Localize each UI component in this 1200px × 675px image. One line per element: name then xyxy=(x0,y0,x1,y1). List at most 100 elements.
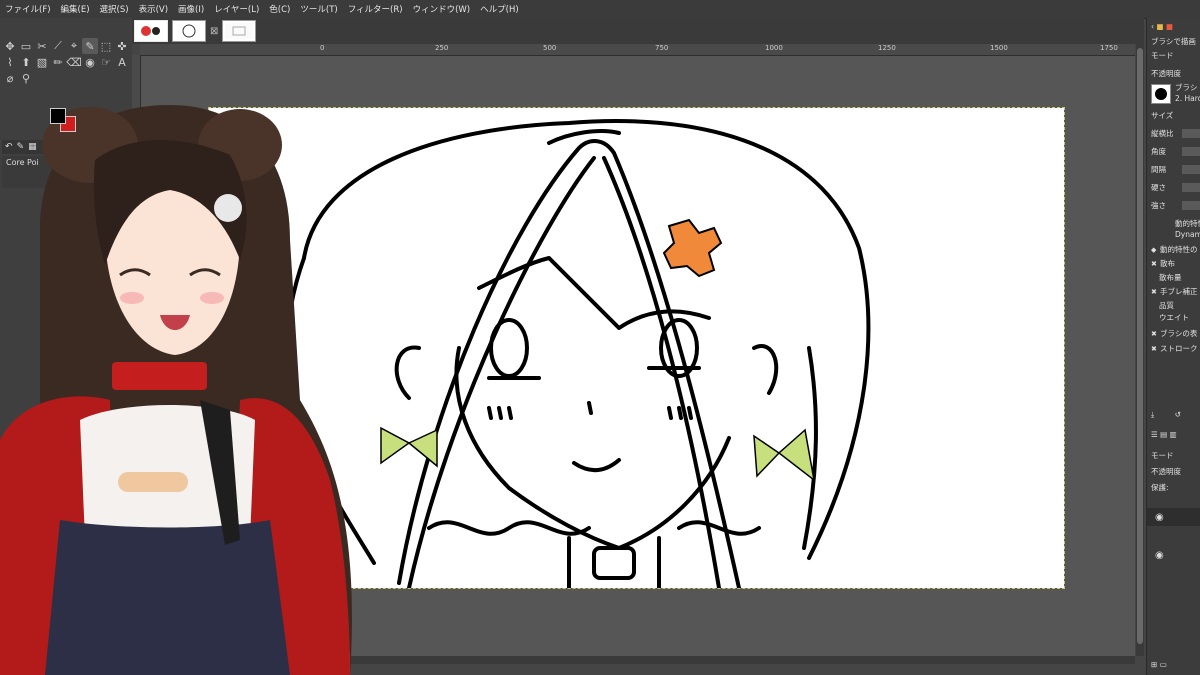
color-picker-tool-icon[interactable]: ⌀ xyxy=(2,70,18,86)
ruler-tick: 500 xyxy=(543,44,557,52)
quality-label: 品質 xyxy=(1159,301,1174,310)
menu-file[interactable]: ファイル(F) xyxy=(0,3,56,15)
opacity-label: 不透明度 xyxy=(1151,69,1181,78)
ruler-tick: 250 xyxy=(435,44,449,52)
horizontal-ruler[interactable]: 0 250 500 750 1000 1250 1500 1750 xyxy=(140,44,1135,56)
scatter-row[interactable]: ✖ 散布 xyxy=(1151,258,1200,269)
aspect-field[interactable] xyxy=(1182,129,1200,138)
align-tool-icon[interactable]: ⬆ xyxy=(18,54,34,70)
swatch-icon[interactable]: ■ xyxy=(1166,22,1173,31)
dock-tab-icons: ‹ ■ ■ xyxy=(1151,22,1200,31)
image-tab-1[interactable] xyxy=(134,20,168,42)
weight-label: ウエイト xyxy=(1159,313,1189,322)
clone-tool-icon[interactable]: ◉ xyxy=(82,54,98,70)
menu-help[interactable]: ヘルプ(H) xyxy=(475,3,524,15)
layer-buttons-row: ⊞ ▭ xyxy=(1151,660,1200,669)
stroke-label: ストローク xyxy=(1160,344,1198,353)
angle-field[interactable] xyxy=(1182,147,1200,156)
size-label: サイズ xyxy=(1151,111,1174,120)
menu-select[interactable]: 選択(S) xyxy=(95,3,134,15)
rect-select-tool-icon[interactable]: ▭ xyxy=(18,38,34,54)
checkbox-icon[interactable]: ✖ xyxy=(1151,289,1158,296)
image-tab-3[interactable] xyxy=(222,20,257,42)
scrollbar-thumb[interactable] xyxy=(1137,48,1143,644)
ruler-tick: 750 xyxy=(655,44,669,52)
checkbox-icon[interactable]: ✖ xyxy=(1151,346,1158,353)
layers-icon[interactable]: ☰ xyxy=(1151,430,1158,439)
green-ribbon-right-icon xyxy=(753,428,816,482)
spacing-field[interactable] xyxy=(1182,165,1200,174)
ruler-tick: 1500 xyxy=(990,44,1008,52)
transform-tool-icon[interactable]: ✜ xyxy=(114,38,130,54)
stroke-row[interactable]: ✖ ストローク xyxy=(1151,343,1200,354)
ruler-tick: 1000 xyxy=(765,44,783,52)
vtuber-avatar xyxy=(0,105,352,675)
brush-lock-label: ブラシの表 xyxy=(1160,329,1198,338)
lock-label: 保護: xyxy=(1151,483,1169,492)
checkbox-icon[interactable]: ✖ xyxy=(1151,261,1158,268)
menu-layer[interactable]: レイヤー(L) xyxy=(209,3,264,15)
new-layer-icon[interactable]: ⊞ xyxy=(1151,660,1157,669)
free-select-tool-icon[interactable]: ⟋ xyxy=(50,38,66,54)
save-preset-icon[interactable]: ⤓ xyxy=(1151,410,1154,419)
diamond-icon: ◆ xyxy=(1151,246,1157,254)
menu-image[interactable]: 画像(I) xyxy=(173,3,209,15)
paintbrush-tool-icon[interactable]: ✎ xyxy=(82,38,98,54)
menu-bar: ファイル(F) 編集(E) 選択(S) 表示(V) 画像(I) レイヤー(L) … xyxy=(0,0,1200,19)
channels-icon[interactable]: ▤ xyxy=(1160,430,1167,439)
dock-buttons-row: ⤓ ↺ xyxy=(1151,410,1200,420)
folder-icon[interactable]: ■ xyxy=(1156,22,1163,31)
crop-tool-icon[interactable]: ⌖ xyxy=(66,38,82,54)
layers-mode-label: モード xyxy=(1151,451,1174,460)
checkbox-icon[interactable]: ✖ xyxy=(1151,331,1158,338)
text-tool-icon[interactable]: A xyxy=(114,54,130,70)
eye-icon[interactable]: ◉ xyxy=(1155,550,1164,561)
vertical-scrollbar[interactable] xyxy=(1136,44,1144,656)
menu-edit[interactable]: 編集(E) xyxy=(56,3,95,15)
force-field[interactable] xyxy=(1182,201,1200,210)
dynamics-value[interactable]: Dynam xyxy=(1175,230,1200,239)
image-tab-2[interactable] xyxy=(172,20,206,42)
menu-tools[interactable]: ツール(T) xyxy=(295,3,342,15)
smooth-row[interactable]: ✖ 手ブレ補正 xyxy=(1151,286,1200,297)
sketch-thumbnail-icon xyxy=(175,23,203,39)
gradient-tool-icon[interactable]: ▧ xyxy=(34,54,50,70)
brush-name: 2. Hard xyxy=(1175,94,1200,103)
scatter-label: 散布 xyxy=(1160,259,1175,268)
eraser-tool-icon[interactable]: ⌫ xyxy=(66,54,82,70)
smudge-tool-icon[interactable]: ☞ xyxy=(98,54,114,70)
eye-icon[interactable]: ◉ xyxy=(1155,512,1164,523)
move-tool-icon[interactable]: ✥ xyxy=(2,38,18,54)
brush-preview-icon[interactable] xyxy=(1151,84,1171,104)
image-thumbnail-icon xyxy=(137,23,165,39)
ruler-tick: 1750 xyxy=(1100,44,1118,52)
folder-icon[interactable]: ▭ xyxy=(1160,660,1167,669)
bucket-fill-tool-icon[interactable]: ⌇ xyxy=(2,54,18,70)
dynamics-options-label: 動的特性の xyxy=(1160,245,1198,254)
close-tab-icon[interactable]: ⊠ xyxy=(210,26,218,37)
zoom-tool-icon[interactable]: ⚲ xyxy=(18,70,34,86)
hardness-field[interactable] xyxy=(1182,183,1200,192)
paths-icon[interactable]: ▥ xyxy=(1170,430,1177,439)
menu-filters[interactable]: フィルター(R) xyxy=(343,3,408,15)
orange-hairclip-icon xyxy=(662,218,723,278)
pencil-tool-icon[interactable]: ✏ xyxy=(50,54,66,70)
ruler-tick: 1250 xyxy=(878,44,896,52)
right-dock: ‹ ■ ■ ブラシで描画 モード 不透明度 ブラシ 2. Hard サイズ 縦横… xyxy=(1146,18,1200,675)
dynamics-options-row[interactable]: ◆ 動的特性の xyxy=(1151,244,1200,255)
tool-options-title: ブラシで描画 xyxy=(1151,37,1196,46)
tool-grid: ✥ ▭ ✂ ⟋ ⌖ ✎ ⬚ ✜ ⌇ ⬆ ▧ ✏ ⌫ ◉ ☞ A ⌀ ⚲ xyxy=(2,38,130,86)
brush-lock-row[interactable]: ✖ ブラシの表 xyxy=(1151,328,1200,339)
chevron-left-icon[interactable]: ‹ xyxy=(1151,22,1154,31)
menu-view[interactable]: 表示(V) xyxy=(134,3,173,15)
reset-icon[interactable]: ↺ xyxy=(1175,410,1181,419)
blank-thumbnail-icon xyxy=(225,23,254,39)
warp-tool-icon[interactable]: ⬚ xyxy=(98,38,114,54)
scissors-tool-icon[interactable]: ✂ xyxy=(34,38,50,54)
menu-windows[interactable]: ウィンドウ(W) xyxy=(408,3,476,15)
foreground-color-swatch[interactable] xyxy=(50,108,66,124)
scatter-amount-label: 散布量 xyxy=(1159,273,1182,282)
ruler-tick: 0 xyxy=(320,44,325,52)
image-tabs: ⊠ xyxy=(132,18,1144,44)
menu-colors[interactable]: 色(C) xyxy=(264,3,295,15)
